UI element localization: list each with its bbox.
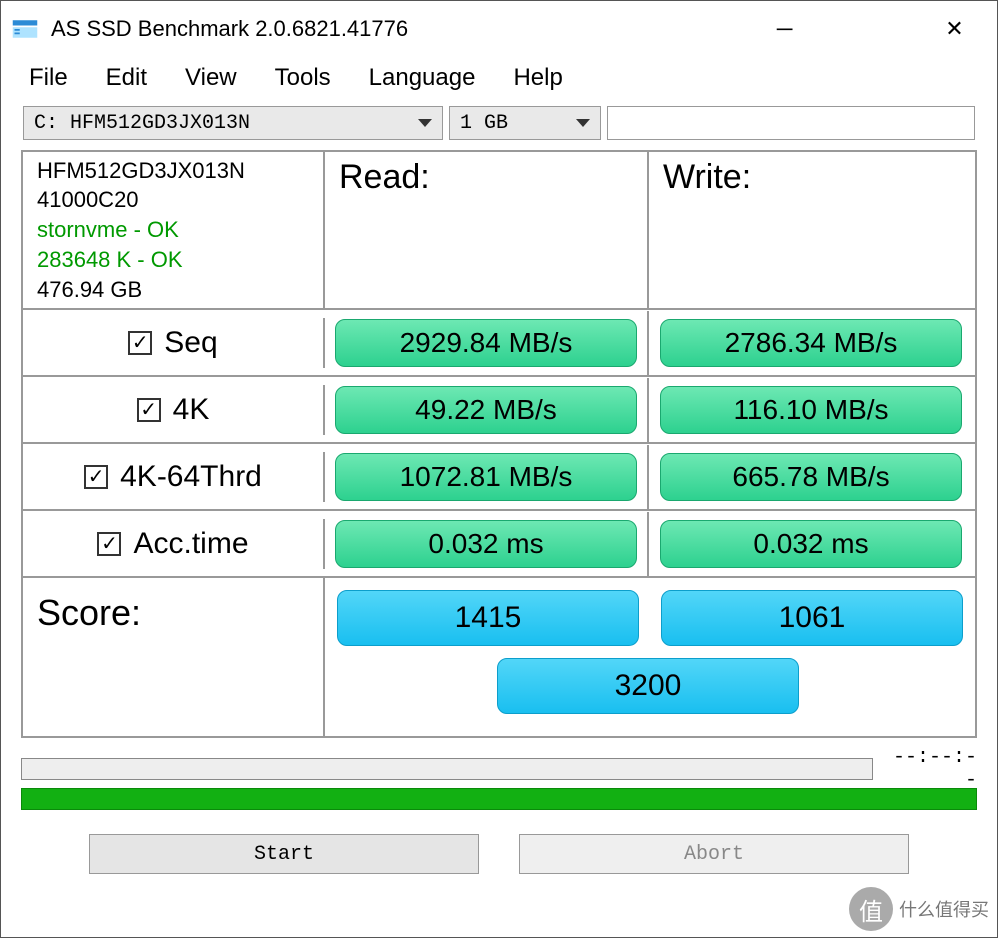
4k64-label: 4K-64Thrd [120,460,262,494]
device-model: HFM512GD3JX013N [37,156,309,186]
close-button[interactable]: ✕ [912,1,997,56]
chevron-down-icon [418,119,432,127]
maximize-button[interactable] [827,1,912,56]
4k-write-value: 116.10 MB/s [660,386,962,434]
4k-read-value: 49.22 MB/s [335,386,637,434]
size-select[interactable]: 1 GB [449,106,601,140]
menu-language[interactable]: Language [369,64,476,92]
device-firmware: 41000C20 [37,185,309,215]
watermark-icon: 值 [849,887,893,931]
progress-bar [21,758,873,780]
minimize-button[interactable]: ─ [742,1,827,56]
titlebar: AS SSD Benchmark 2.0.6821.41776 ─ ✕ [1,1,997,56]
4k-label: 4K [173,393,210,427]
filter-input[interactable] [607,106,975,140]
watermark-text: 什么值得买 [899,896,989,922]
seq-write-value: 2786.34 MB/s [660,319,962,367]
abort-button[interactable]: Abort [519,834,909,874]
score-label: Score: [23,578,325,736]
seq-checkbox[interactable]: ✓ [128,331,152,355]
4k-checkbox[interactable]: ✓ [137,398,161,422]
seq-label: Seq [164,326,217,360]
device-alignment-status: 283648 K - OK [37,245,309,275]
4k64-write-value: 665.78 MB/s [660,453,962,501]
window-title: AS SSD Benchmark 2.0.6821.41776 [51,16,408,42]
4k64-read-value: 1072.81 MB/s [335,453,637,501]
menu-help[interactable]: Help [513,64,562,92]
score-read-value: 1415 [337,590,639,646]
device-driver-status: stornvme - OK [37,215,309,245]
selector-row: C: HFM512GD3JX013N 1 GB [1,100,997,150]
results-grid: HFM512GD3JX013N 41000C20 stornvme - OK 2… [21,150,977,738]
drive-select-value: C: HFM512GD3JX013N [34,112,250,135]
menu-file[interactable]: File [29,64,68,92]
acc-checkbox[interactable]: ✓ [97,532,121,556]
score-write-value: 1061 [661,590,963,646]
score-total-value: 3200 [497,658,799,714]
watermark: 值 什么值得买 [849,887,989,931]
menu-edit[interactable]: Edit [106,64,147,92]
status-bar [21,788,977,810]
chevron-down-icon [576,119,590,127]
app-icon [11,15,39,43]
size-select-value: 1 GB [460,112,508,135]
drive-select[interactable]: C: HFM512GD3JX013N [23,106,443,140]
acc-write-value: 0.032 ms [660,520,962,568]
menubar: File Edit View Tools Language Help [1,56,997,100]
elapsed-time: --:--:-- [887,746,977,792]
start-button[interactable]: Start [89,834,479,874]
acc-read-value: 0.032 ms [335,520,637,568]
seq-read-value: 2929.84 MB/s [335,319,637,367]
header-write: Write: [649,152,973,308]
menu-view[interactable]: View [185,64,237,92]
device-capacity: 476.94 GB [37,275,309,305]
header-read: Read: [325,152,649,308]
4k64-checkbox[interactable]: ✓ [84,465,108,489]
menu-tools[interactable]: Tools [275,64,331,92]
device-info: HFM512GD3JX013N 41000C20 stornvme - OK 2… [23,152,325,308]
acc-label: Acc.time [133,527,248,561]
